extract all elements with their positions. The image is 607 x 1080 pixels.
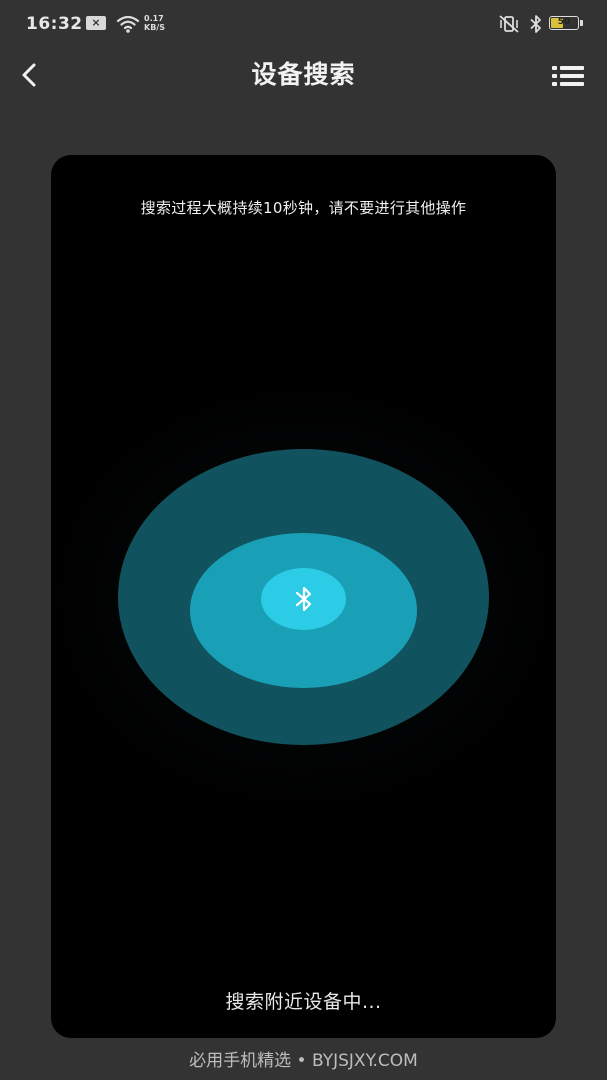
status-bar: 16:32 × 0.17 KB/S 50	[0, 0, 607, 48]
search-status: 搜索附近设备中...	[225, 991, 382, 1013]
list-menu-icon	[552, 66, 584, 86]
battery-tip	[580, 20, 583, 26]
battery-icon: 50	[549, 16, 579, 30]
search-card: 搜索过程大概持续10秒钟，请不要进行其他操作 搜索附近设备中...	[51, 155, 556, 1038]
bluetooth-search-button[interactable]	[261, 568, 346, 630]
network-speed-value: 0.17	[144, 14, 164, 23]
wifi-icon	[116, 15, 140, 33]
watermark: 必用手机精选 • BYJSJXY.COM	[189, 1051, 418, 1071]
close-notification-icon: ×	[86, 16, 106, 30]
battery-level: 50	[557, 17, 571, 27]
network-speed: 0.17 KB/S	[144, 14, 165, 32]
bluetooth-icon	[530, 15, 541, 33]
status-time: 16:32	[26, 14, 83, 34]
page-title: 设备搜索	[251, 60, 356, 89]
menu-button[interactable]	[550, 62, 586, 90]
network-speed-unit: KB/S	[144, 23, 165, 32]
vibrate-off-icon	[499, 15, 519, 33]
search-hint: 搜索过程大概持续10秒钟，请不要进行其他操作	[140, 199, 467, 217]
bluetooth-icon	[295, 586, 312, 612]
